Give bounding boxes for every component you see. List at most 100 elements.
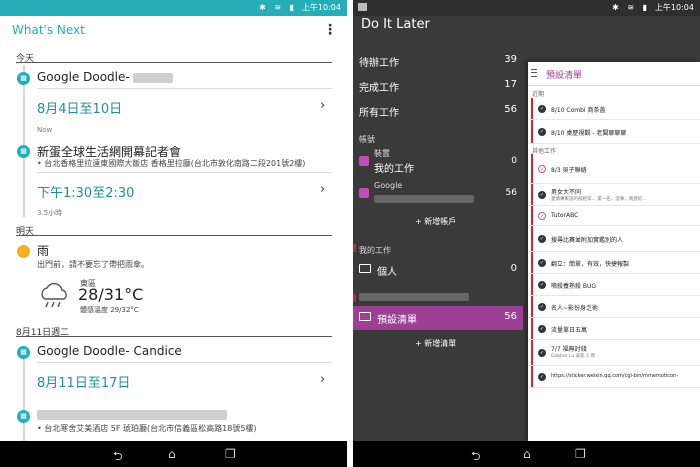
nav-bar: ⮌ ⌂ ❐ xyxy=(0,441,347,467)
task-label: https://sticker.weixin.qq.com/cgi-bin/mm… xyxy=(551,373,678,379)
calendar-icon: ▦ xyxy=(17,410,30,423)
task-item[interactable]: ✓ 名人~影份身乏術 xyxy=(528,296,700,318)
folder-count: 56 xyxy=(504,311,517,322)
check-icon[interactable]: ✓ xyxy=(538,191,546,199)
task-note: Gabber Lu 拿影 5 頁 xyxy=(551,354,595,359)
status-bar: ✱ ≋ ▮ 上午10:04 xyxy=(353,0,700,16)
timeline-line xyxy=(23,65,25,217)
weather-feels: 體感溫度 29/32°C xyxy=(80,306,139,314)
list-label: 完成工作 xyxy=(359,83,399,94)
list-color-marker xyxy=(353,294,356,302)
chevron-right-icon[interactable]: › xyxy=(320,98,325,113)
folder-label: 個人 xyxy=(377,267,397,278)
checkbox[interactable] xyxy=(359,156,369,166)
list-completed[interactable]: 完成工作 17 xyxy=(359,79,517,99)
calendar-icon: ▦ xyxy=(17,145,30,158)
task-list-panel: 預設清單 近期 ✓ 8/10 Combi 商条盖 ✓ 8/10 桌歷視觀 - 老… xyxy=(528,62,700,441)
chevron-right-icon[interactable]: › xyxy=(320,372,325,387)
divider xyxy=(16,235,332,236)
account-email-redacted[interactable] xyxy=(374,194,474,205)
status-time: 上午10:04 xyxy=(301,3,341,12)
check-icon[interactable]: ✓ xyxy=(538,281,546,289)
folder-count: 0 xyxy=(510,263,517,274)
event-title[interactable]: Google Doodle- Candice xyxy=(37,344,182,358)
account-name[interactable]: 我的工作 xyxy=(374,160,414,175)
check-icon[interactable]: ✓ xyxy=(538,325,546,333)
check-icon[interactable]: ✓ xyxy=(538,349,546,357)
home-icon[interactable]: ⌂ xyxy=(168,447,176,461)
event-title-redacted[interactable] xyxy=(37,407,227,421)
weather-icon xyxy=(17,245,30,258)
folder-personal[interactable]: 個人 0 xyxy=(353,258,523,282)
divider xyxy=(16,336,332,337)
home-icon[interactable]: ⌂ xyxy=(523,447,531,461)
weather-temp: 28/31°C xyxy=(78,285,144,304)
check-icon[interactable]: ✓ xyxy=(538,235,546,243)
task-item[interactable]: ✓ 8/10 桌歷視觀 - 老闆聊聊聊 xyxy=(528,120,700,144)
list-pending[interactable]: 待辦工作 39 xyxy=(359,54,517,74)
check-icon[interactable]: ✓ xyxy=(538,105,546,113)
list-label: 所有工作 xyxy=(359,108,399,119)
overflow-menu-icon[interactable]: ⋮ xyxy=(323,22,337,38)
task-label: 8/10 桌歷視觀 - 老闆聊聊聊 xyxy=(551,130,627,137)
check-icon[interactable]: ✓ xyxy=(538,165,546,173)
checkbox[interactable] xyxy=(359,188,369,198)
check-icon[interactable]: ✓ xyxy=(538,259,546,267)
add-account-label: 新增帳戶 xyxy=(424,217,457,226)
task-label: 7/7 福無討錢 xyxy=(551,346,587,353)
priority-bar xyxy=(531,206,533,225)
priority-bar xyxy=(531,226,533,251)
add-list-button[interactable]: + 新增清單 xyxy=(415,338,456,349)
task-label: 8/10 Combi 商条盖 xyxy=(551,107,606,114)
list-label: 待辦工作 xyxy=(359,58,399,69)
task-label: 名人~影份身乏術 xyxy=(551,305,599,312)
weather-title[interactable]: 雨 xyxy=(37,242,49,259)
divider xyxy=(37,362,332,363)
check-icon[interactable]: ✓ xyxy=(538,128,546,136)
app-notification-icon xyxy=(358,3,367,11)
task-item[interactable]: ✓ 男女大不同 愛情專家說的很經常... 第一名，沒事，真感好... xyxy=(528,184,700,206)
add-list-label: 新增清單 xyxy=(424,339,457,348)
app-title: What's Next xyxy=(12,23,85,37)
task-item[interactable]: ✓ 流量單日五萬 xyxy=(528,318,700,340)
weather-tip: 出門前，請不要忘了帶把雨傘。 xyxy=(37,260,149,269)
event-date[interactable]: 下午1:30至2:30 xyxy=(37,182,134,201)
event-title[interactable]: Google Doodle- xyxy=(37,70,173,84)
task-item[interactable]: ✓ 搜尋比賽並附加實鑑別的人 xyxy=(528,226,700,252)
list-all[interactable]: 所有工作 56 xyxy=(359,104,517,124)
priority-bar xyxy=(531,318,533,339)
task-label: 8/3 吳子聯絡 xyxy=(551,167,587,174)
task-item[interactable]: ✓ 8/10 Combi 商条盖 xyxy=(528,98,700,120)
menu-icon[interactable] xyxy=(531,69,537,77)
event-location: • 台北寒舍艾美酒店 5F 琥珀廳(台北市信義區松高路18號5樓) xyxy=(37,424,257,433)
check-icon[interactable]: ✓ xyxy=(538,303,546,311)
section-accounts: 帳號 xyxy=(359,135,375,144)
task-item[interactable]: ✓ 翻立：簡單，有效，快捷報製 xyxy=(528,252,700,274)
check-icon[interactable]: ✓ xyxy=(538,373,546,381)
priority-bar xyxy=(531,120,533,143)
status-icons: ✱ ≋ ▮ xyxy=(259,3,297,12)
task-item[interactable]: ✓ 8/3 吳子聯絡 xyxy=(528,154,700,184)
list-count: 17 xyxy=(504,79,517,90)
chevron-right-icon[interactable]: › xyxy=(320,182,325,197)
add-account-button[interactable]: + 新增帳戶 xyxy=(415,216,456,227)
event-date[interactable]: 8月4日至10日 xyxy=(37,98,122,117)
account-label: Google xyxy=(374,181,403,190)
task-item[interactable]: ✓ 噴殺養熟殺 BUG xyxy=(528,274,700,296)
task-item[interactable]: ✓ https://sticker.weixin.qq.com/cgi-bin/… xyxy=(528,366,700,388)
task-note: 愛情專家說的很經常... 第一名，沒事，真感好... xyxy=(551,197,647,202)
recents-icon[interactable]: ❐ xyxy=(575,447,586,461)
folder-default-list[interactable]: 預設清單 56 xyxy=(353,306,523,330)
check-icon[interactable]: ✓ xyxy=(538,212,546,220)
task-label: 搜尋比賽並附加實鑑別的人 xyxy=(551,237,624,244)
task-item[interactable]: ✓ 7/7 福無討錢 Gabber Lu 拿影 5 頁 xyxy=(528,340,700,366)
divider xyxy=(37,88,332,89)
list-color-marker xyxy=(353,244,356,252)
back-icon[interactable]: ⮌ xyxy=(471,447,481,467)
event-date[interactable]: 8月11日至17日 xyxy=(37,372,130,391)
folder-label: 預設清單 xyxy=(377,315,417,326)
task-label: 男女大不同 xyxy=(551,189,582,196)
back-icon[interactable]: ⮌ xyxy=(113,447,123,467)
task-item[interactable]: ✓ TutorABC xyxy=(528,206,700,226)
recents-icon[interactable]: ❐ xyxy=(225,447,236,461)
